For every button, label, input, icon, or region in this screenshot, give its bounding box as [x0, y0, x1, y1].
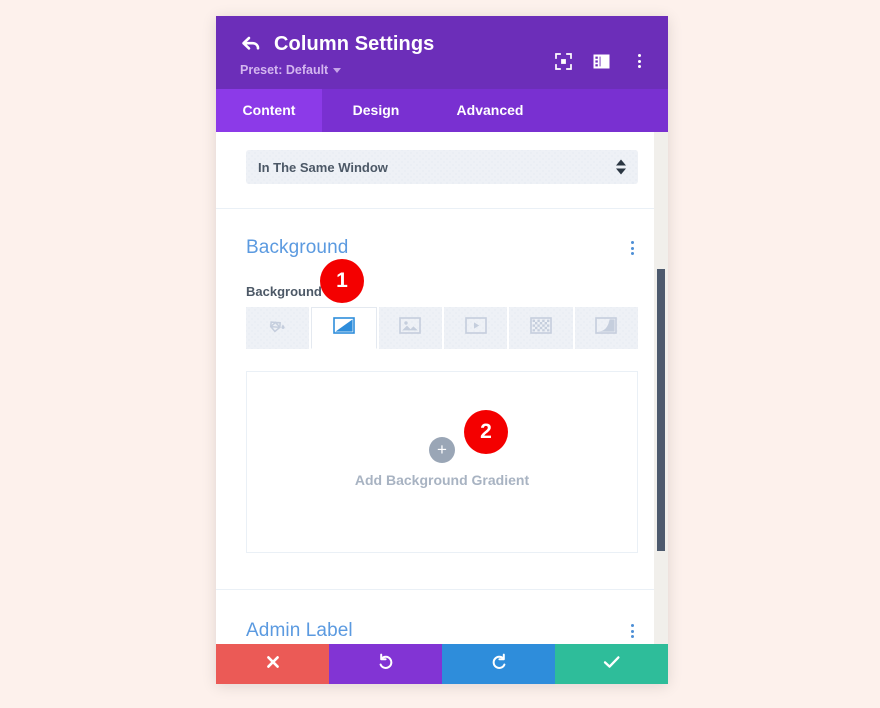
screen: Column Settings Preset: Default Content … — [0, 0, 880, 708]
background-type-gradient[interactable] — [311, 307, 377, 349]
select-stepper-icon — [616, 159, 626, 175]
image-icon — [399, 317, 422, 339]
settings-scrollbar-thumb[interactable] — [657, 269, 665, 551]
gradient-icon — [333, 317, 355, 339]
layout-panel-icon[interactable] — [592, 52, 610, 70]
admin-label-section-header: Admin Label — [216, 590, 668, 642]
redo-button[interactable] — [442, 644, 555, 684]
background-field-label: Background — [246, 284, 322, 299]
background-section-title: Background — [246, 237, 349, 258]
tab-content[interactable]: Content — [216, 89, 322, 132]
settings-tabs: Content Design Advanced — [216, 89, 668, 132]
step-badge-2: 2 — [464, 410, 508, 454]
background-section-header: Background — [216, 209, 668, 259]
background-type-color-fill[interactable] — [246, 307, 310, 349]
back-arrow-icon[interactable] — [240, 33, 262, 55]
mask-icon — [595, 317, 618, 339]
undo-button[interactable] — [329, 644, 442, 684]
focus-frame-icon[interactable] — [554, 52, 572, 70]
overflow-menu-icon[interactable] — [630, 52, 648, 70]
settings-body: In The Same Window Background Background — [216, 132, 668, 644]
modal-footer — [216, 644, 668, 684]
tab-design[interactable]: Design — [322, 89, 430, 132]
preset-label: Preset: Default — [240, 63, 329, 77]
link-target-row: In The Same Window — [216, 132, 668, 208]
admin-label-section-title: Admin Label — [246, 620, 353, 641]
close-x-icon — [265, 654, 281, 675]
admin-label-section-menu-icon[interactable] — [627, 620, 638, 642]
video-icon — [464, 317, 487, 339]
page-title: Column Settings — [274, 33, 435, 55]
modal-header: Column Settings Preset: Default — [216, 16, 668, 89]
save-button[interactable] — [555, 644, 668, 684]
chevron-down-icon — [333, 68, 342, 73]
column-settings-modal: Column Settings Preset: Default Content … — [216, 16, 668, 684]
background-type-mask[interactable] — [574, 307, 638, 349]
background-type-video[interactable] — [443, 307, 508, 349]
background-type-image[interactable] — [378, 307, 442, 349]
settings-scroll-content: In The Same Window Background Background — [216, 132, 668, 642]
tab-advanced[interactable]: Advanced — [430, 89, 550, 132]
overflow-dots — [637, 54, 641, 68]
undo-arrow-icon — [377, 653, 395, 676]
add-background-gradient-dropzone[interactable]: + Add Background Gradient — [246, 371, 638, 553]
settings-scrollbar-track[interactable] — [654, 132, 668, 644]
background-type-tabs — [246, 307, 638, 349]
modal-header-actions — [554, 52, 648, 70]
checkmark-icon — [603, 655, 621, 674]
background-section-menu-icon[interactable] — [627, 237, 638, 259]
pattern-icon — [530, 317, 552, 339]
background-type-pattern[interactable] — [509, 307, 573, 349]
step-badge-1: 1 — [320, 259, 364, 303]
link-target-select[interactable]: In The Same Window — [246, 150, 638, 184]
redo-arrow-icon — [490, 653, 508, 676]
color-fill-icon — [268, 317, 288, 340]
plus-icon[interactable]: + — [429, 436, 455, 463]
link-target-value: In The Same Window — [258, 159, 388, 175]
add-background-gradient-label: Add Background Gradient — [354, 471, 530, 488]
cancel-button[interactable] — [216, 644, 329, 684]
